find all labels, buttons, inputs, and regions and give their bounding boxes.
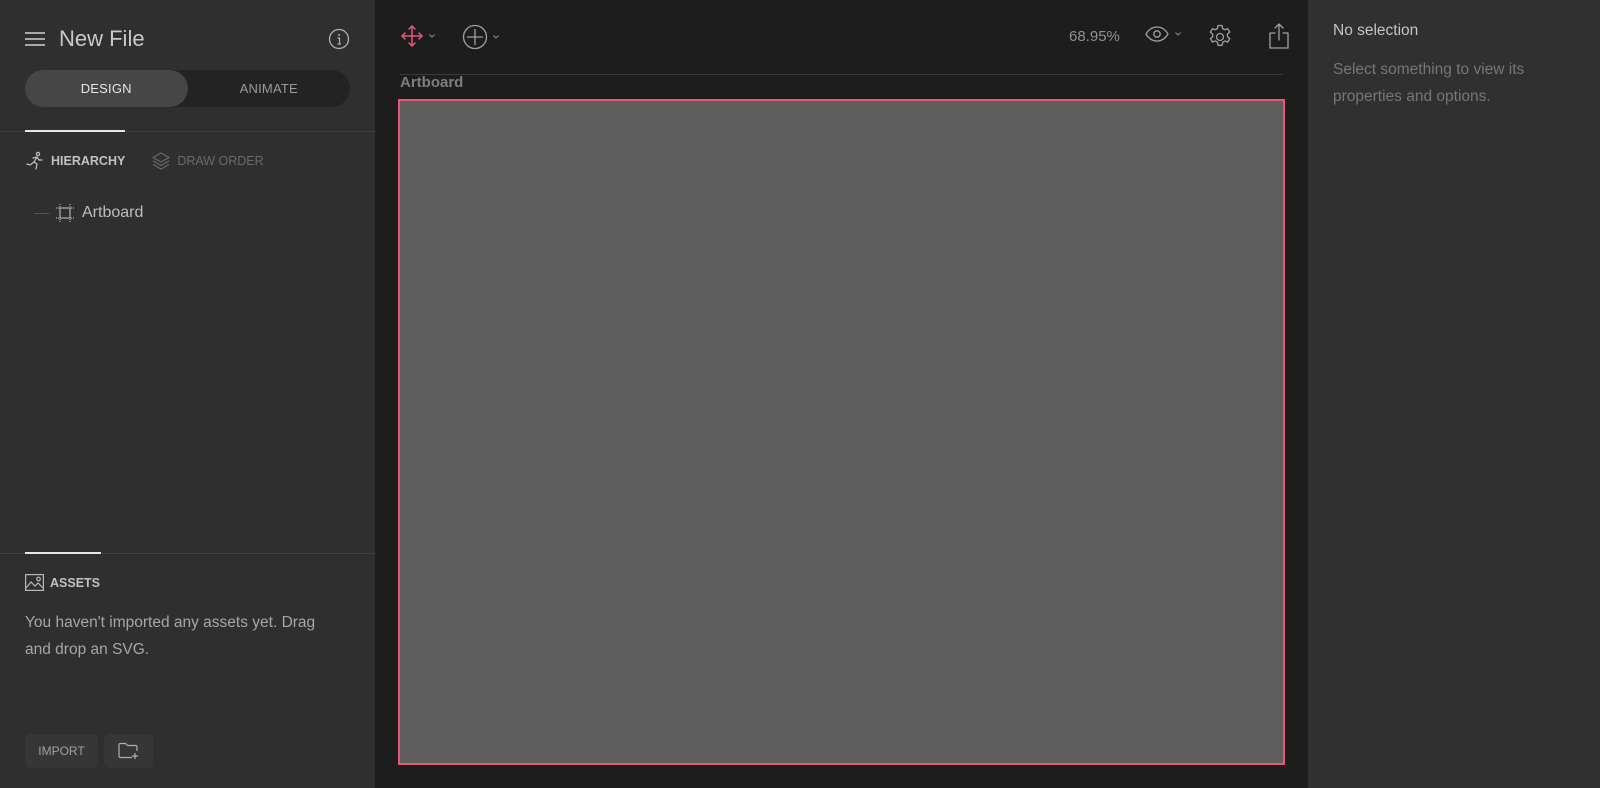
import-button[interactable]: IMPORT [25, 734, 98, 768]
hierarchy-item-label: Artboard [82, 204, 144, 221]
mode-toggle: DESIGN ANIMATE [25, 70, 350, 107]
inspector-panel: No selection Select something to view it… [1308, 0, 1600, 788]
add-circle-icon [462, 24, 488, 50]
chevron-down-icon [493, 35, 499, 39]
folder-add-icon [117, 742, 138, 759]
zoom-level[interactable]: 68.95% [1069, 28, 1120, 45]
panel-tabs: HIERARCHY DRAW ORDER [25, 151, 264, 171]
artboard[interactable] [398, 99, 1285, 765]
chevron-down-icon [429, 34, 435, 38]
app-window: New File DESIGN ANIMATE HIERARCHY DRAW O… [0, 0, 1600, 788]
panel-resize-handle[interactable] [25, 552, 101, 554]
image-icon [25, 574, 44, 591]
running-figure-icon [26, 151, 43, 170]
eye-icon [1145, 26, 1169, 42]
share-export-icon[interactable] [1268, 22, 1290, 50]
transform-tool-button[interactable] [400, 24, 436, 48]
assets-title: ASSETS [50, 575, 101, 590]
new-folder-button[interactable] [104, 734, 153, 768]
settings-gear-icon[interactable] [1207, 24, 1233, 50]
assets-empty-message: You haven't imported any assets yet. Dra… [25, 614, 316, 658]
hierarchy-item-artboard[interactable]: Artboard [34, 203, 143, 223]
canvas-divider [400, 74, 1283, 75]
tab-hierarchy-label: HIERARCHY [51, 154, 126, 168]
move-icon [401, 25, 423, 47]
tab-hierarchy[interactable]: HIERARCHY [25, 151, 125, 171]
tree-connector [34, 212, 49, 214]
left-sidebar: New File DESIGN ANIMATE HIERARCHY DRAW O… [0, 0, 375, 788]
tab-draw-order-label: DRAW ORDER [177, 154, 264, 168]
tab-draw-order[interactable]: DRAW ORDER [151, 151, 264, 171]
tab-design[interactable]: DESIGN [25, 70, 188, 107]
tab-animate[interactable]: ANIMATE [188, 70, 351, 107]
assets-header: ASSETS [25, 574, 100, 591]
file-title: New File [59, 26, 145, 51]
artboard-icon [56, 204, 74, 222]
add-tool-button[interactable] [462, 24, 500, 50]
menu-icon[interactable] [25, 31, 45, 47]
inspector-description: Select something to view its properties … [1333, 61, 1525, 105]
inspector-title: No selection [1333, 22, 1419, 39]
canvas-area: 68.95% Artboard [375, 0, 1308, 788]
view-options-button[interactable] [1145, 26, 1182, 42]
panel-resize-handle[interactable] [25, 130, 125, 132]
artboard-label[interactable]: Artboard [400, 74, 463, 91]
sidebar-header: New File [25, 24, 350, 54]
chevron-down-icon [1175, 32, 1181, 36]
layers-icon [152, 152, 170, 170]
info-icon[interactable] [328, 28, 350, 50]
